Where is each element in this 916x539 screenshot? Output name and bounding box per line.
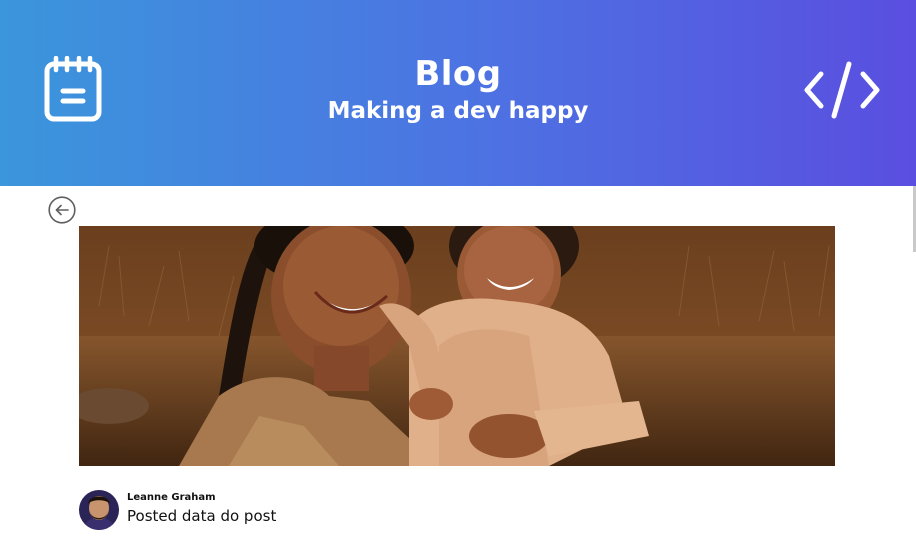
post-hero-image [79,226,835,466]
arrow-left-circle-icon [48,196,76,224]
back-button[interactable] [48,196,76,224]
post-date: Posted data do post [127,507,277,525]
header-titles: Blog Making a dev happy [0,52,916,126]
avatar-image [79,490,119,530]
page-title: Blog [414,54,502,94]
author-name: Leanne Graham [127,492,216,503]
page-subtitle: Making a dev happy [327,98,589,124]
app-header: Blog Making a dev happy [0,0,916,186]
hero-photo [79,226,835,466]
avatar[interactable] [79,490,119,530]
code-icon [804,61,880,119]
